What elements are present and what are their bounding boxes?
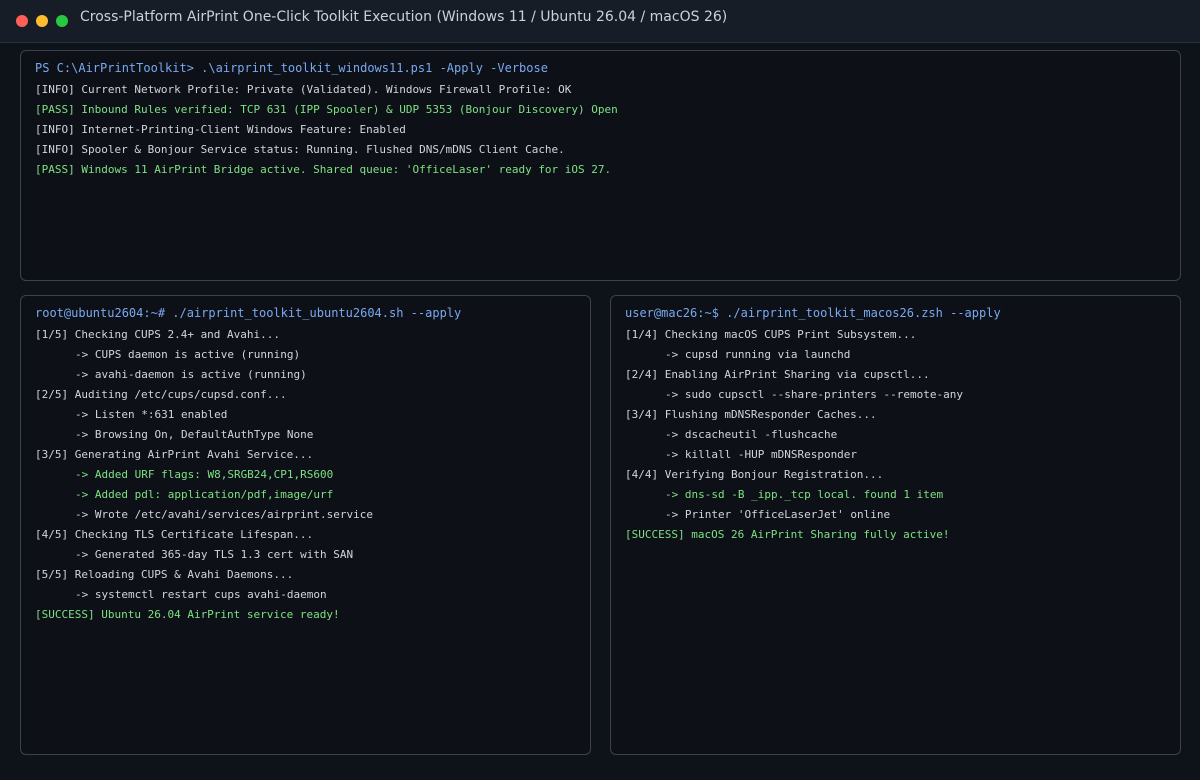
output-line: -> Added pdl: application/pdf,image/urf (75, 488, 334, 501)
output-line: [1/5] Checking CUPS 2.4+ and Avahi... (35, 328, 281, 341)
window-title: Cross-Platform AirPrint One-Click Toolki… (80, 9, 728, 25)
output-line: -> Listen *:631 enabled (75, 408, 228, 421)
output-line: -> cupsd running via launchd (665, 348, 851, 361)
output-line: -> Browsing On, DefaultAuthType None (75, 428, 314, 441)
windows-command-prompt: PS C:\AirPrintToolkit> .\airprint_toolki… (35, 61, 548, 75)
output-line: -> Added URF flags: W8,SRGB24,CP1,RS600 (75, 468, 334, 481)
terminal-window: Cross-Platform AirPrint One-Click Toolki… (0, 0, 1200, 780)
output-line: [2/4] Enabling AirPrint Sharing via cups… (625, 368, 930, 381)
output-line: [4/5] Checking TLS Certificate Lifespan.… (35, 528, 314, 541)
output-line: -> sudo cupsctl --share-printers --remot… (665, 388, 964, 401)
ubuntu-command-prompt: root@ubuntu2604:~# ./airprint_toolkit_ub… (35, 306, 462, 320)
maximize-button[interactable] (56, 15, 68, 27)
output-line: [INFO] Spooler & Bonjour Service status:… (35, 143, 565, 156)
output-line: [1/4] Checking macOS CUPS Print Subsyste… (625, 328, 917, 341)
output-line: [2/5] Auditing /etc/cups/cupsd.conf... (35, 388, 287, 401)
output-line: [PASS] Windows 11 AirPrint Bridge active… (35, 163, 612, 176)
macos-command-prompt: user@mac26:~$ ./airprint_toolkit_macos26… (625, 306, 1001, 320)
macos-terminal-pane[interactable]: user@mac26:~$ ./airprint_toolkit_macos26… (610, 295, 1181, 755)
output-line: -> avahi-daemon is active (running) (75, 368, 307, 381)
title-bar: Cross-Platform AirPrint One-Click Toolki… (0, 0, 1200, 43)
output-line: -> dscacheutil -flushcache (665, 428, 838, 441)
output-line: -> dns-sd -B _ipp._tcp local. found 1 it… (665, 488, 944, 501)
ubuntu-terminal-pane[interactable]: root@ubuntu2604:~# ./airprint_toolkit_ub… (20, 295, 591, 755)
output-line: [4/4] Verifying Bonjour Registration... (625, 468, 884, 481)
output-line: -> killall -HUP mDNSResponder (665, 448, 858, 461)
output-line: [3/4] Flushing mDNSResponder Caches... (625, 408, 877, 421)
output-line: [SUCCESS] Ubuntu 26.04 AirPrint service … (35, 608, 340, 621)
output-line: [PASS] Inbound Rules verified: TCP 631 (… (35, 103, 618, 116)
output-line: -> Printer 'OfficeLaserJet' online (665, 508, 891, 521)
minimize-button[interactable] (36, 15, 48, 27)
macos-output: [1/4] Checking macOS CUPS Print Subsyste… (625, 325, 1166, 545)
output-line: -> CUPS daemon is active (running) (75, 348, 301, 361)
windows-terminal-pane[interactable]: PS C:\AirPrintToolkit> .\airprint_toolki… (20, 50, 1181, 281)
output-line: -> Wrote /etc/avahi/services/airprint.se… (75, 508, 374, 521)
output-line: [INFO] Current Network Profile: Private … (35, 83, 572, 96)
output-line: [INFO] Internet-Printing-Client Windows … (35, 123, 406, 136)
output-line: [3/5] Generating AirPrint Avahi Service.… (35, 448, 314, 461)
ubuntu-output: [1/5] Checking CUPS 2.4+ and Avahi... -> … (35, 325, 576, 625)
output-line: [SUCCESS] macOS 26 AirPrint Sharing full… (625, 528, 950, 541)
output-line: -> Generated 365-day TLS 1.3 cert with S… (75, 548, 354, 561)
output-line: [5/5] Reloading CUPS & Avahi Daemons... (35, 568, 294, 581)
windows-output: [INFO] Current Network Profile: Private … (35, 80, 1166, 180)
close-button[interactable] (16, 15, 28, 27)
output-line: -> systemctl restart cups avahi-daemon (75, 588, 327, 601)
